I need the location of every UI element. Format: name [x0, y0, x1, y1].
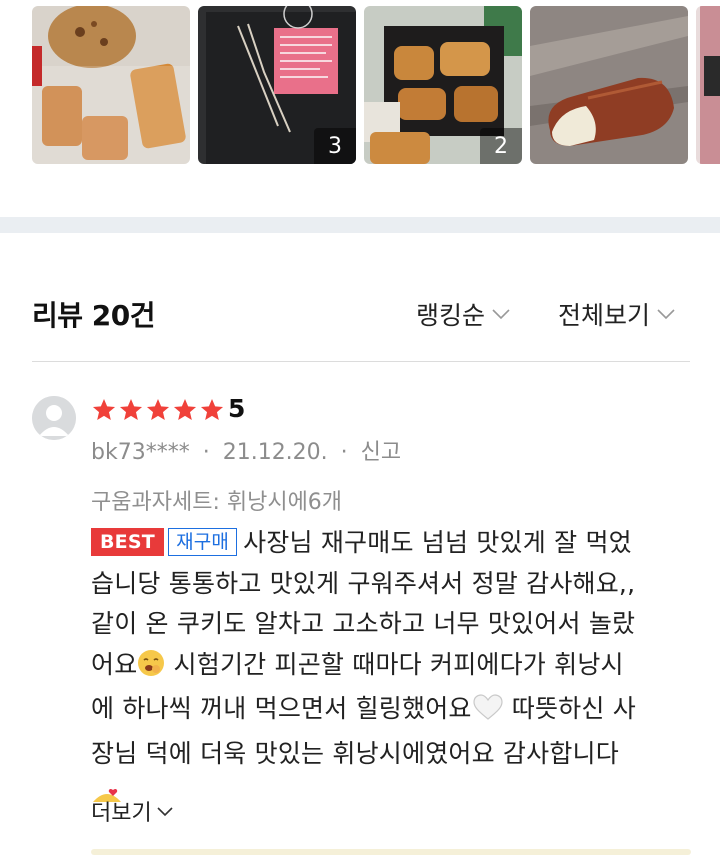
repurchase-badge: 재구매: [168, 528, 238, 556]
star-icon: [200, 398, 224, 420]
section-divider: [0, 217, 720, 233]
review-text-line: 같이 온 쿠키도 알차고 고소하고 너무 맛있어서 놀랐: [91, 609, 636, 638]
more-label: 더보기: [91, 801, 152, 826]
filter-label: 전체보기: [558, 301, 651, 330]
yawning-face-icon: [137, 649, 165, 690]
sort-dropdown[interactable]: 랭킹순: [416, 296, 511, 332]
star-rating: [91, 396, 225, 424]
chevron-down-icon: [156, 799, 174, 824]
photo-strip[interactable]: 3 2: [32, 6, 720, 164]
separator-dot: ·: [340, 440, 348, 465]
star-icon: [119, 398, 143, 420]
review-count-title: 리뷰 20건: [32, 299, 156, 332]
review-text-line: 따뜻하신 사: [503, 694, 636, 723]
review-text: BEST 재구매 사장님 재구매도 넘넘 맛있게 잘 먹었 습니당 통통하고 맛있…: [91, 523, 691, 823]
review-text-line: 사장님 재구매도 넘넘 맛있게 잘 먹었: [243, 528, 632, 557]
review-text-line: 어요: [91, 649, 138, 679]
avatar: [32, 396, 76, 440]
review-photo-2[interactable]: 3: [198, 6, 356, 164]
review-date: 21.12.20.: [222, 440, 328, 465]
filter-dropdown[interactable]: 전체보기: [558, 296, 676, 332]
review-meta: bk73**** · 21.12.20. · 신고: [91, 434, 401, 466]
purchase-option: 구움과자세트: 휘낭시에6개: [91, 490, 343, 515]
next-content-peek: [91, 849, 691, 855]
chevron-down-icon: [491, 308, 511, 320]
report-link[interactable]: 신고: [361, 440, 401, 465]
review-photo-3[interactable]: 2: [364, 6, 522, 164]
white-heart-icon: [472, 693, 504, 734]
chevron-down-icon: [656, 308, 676, 320]
more-button[interactable]: 더보기: [91, 795, 174, 827]
review-header: 리뷰 20건 랭킹순 전체보기: [32, 290, 690, 336]
best-badge: BEST: [91, 528, 164, 556]
star-icon: [92, 398, 116, 420]
header-divider: [32, 361, 690, 362]
review-photo-1[interactable]: [32, 6, 190, 164]
review-text-line: 시험기간 피곤할 때마다 커피에다가 휘낭시: [165, 649, 624, 679]
star-icon: [173, 398, 197, 420]
rating-number: 5: [228, 394, 246, 423]
reviewer-id: bk73****: [91, 440, 190, 465]
review-text-line: 장님 덕에 더욱 맛있는 휘낭시에였어요 감사합니다: [91, 738, 619, 768]
photo-count-badge: 2: [480, 128, 522, 164]
review-text-line: 습니당 통통하고 맛있게 구워주셔서 정말 감사해요,,: [91, 568, 636, 598]
separator-dot: ·: [202, 440, 210, 465]
review-photo-4[interactable]: [530, 6, 688, 164]
sort-label: 랭킹순: [416, 301, 486, 330]
photo-count-badge: 3: [314, 128, 356, 164]
star-icon: [146, 398, 170, 420]
review-photo-5[interactable]: [696, 6, 720, 164]
review-text-line: 에 하나씩 꺼내 먹으면서 힐링했어요: [91, 694, 472, 723]
